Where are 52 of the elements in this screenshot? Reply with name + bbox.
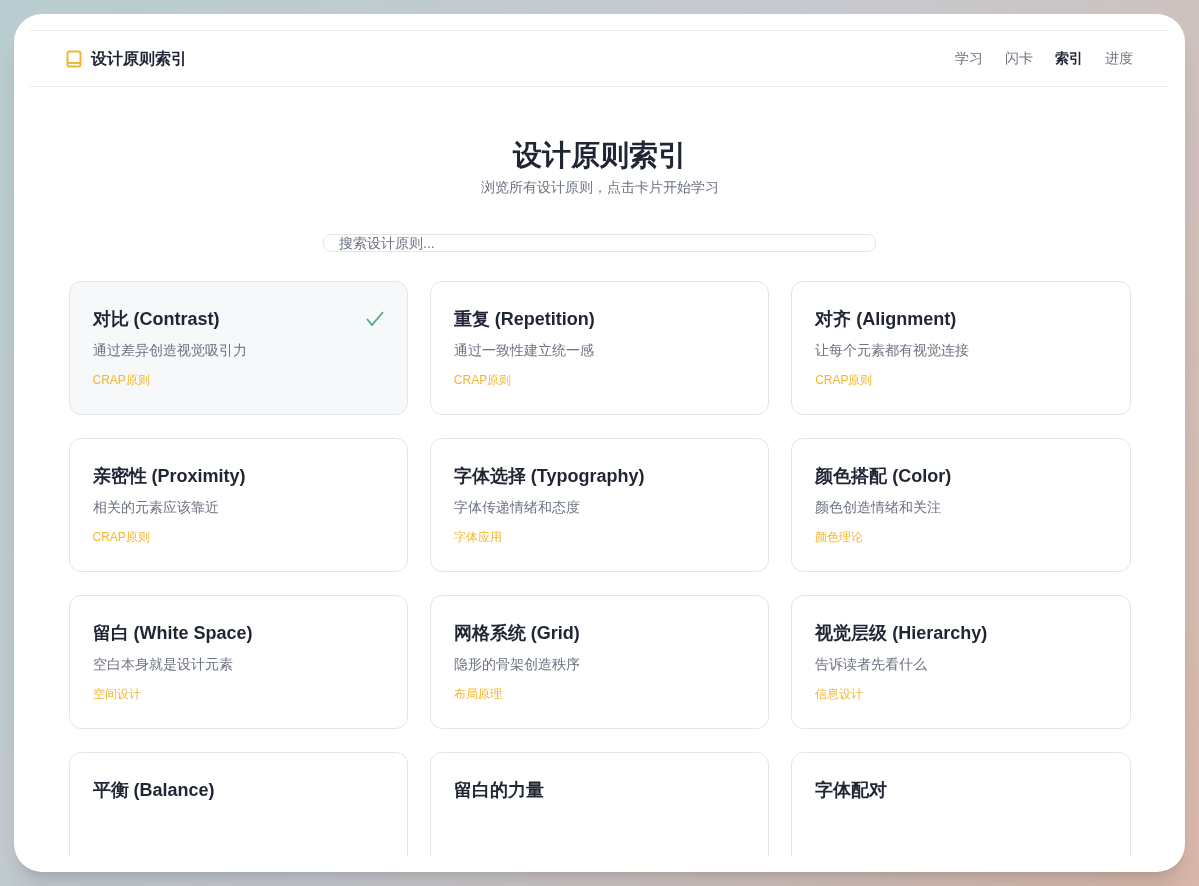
card-description: 告诉读者先看什么 [815, 655, 929, 674]
card-title: 视觉层级 (Hierarchy) [815, 622, 988, 645]
card-title: 亲密性 (Proximity) [92, 465, 246, 488]
check-icon [365, 311, 384, 327]
nav-link[interactable]: 进度 [1105, 48, 1133, 69]
nav-link[interactable]: 学习 [955, 48, 983, 69]
category-tag: CRAP原则 [92, 371, 384, 389]
principle-card[interactable]: 对比 (Contrast) 通过差异创造视觉吸引力 CRAP原则 [68, 281, 408, 415]
card-description: 颜色创造情绪和关注 [815, 498, 943, 517]
category-tag: CRAP原则 [815, 371, 1107, 389]
category-tag: 布局原理 [453, 685, 746, 703]
card-title: 留白 (White Space) [92, 622, 253, 645]
card-title: 对比 (Contrast) [92, 308, 220, 331]
category-tag: 颜色理论 [815, 528, 1107, 546]
category-tag: 信息设计 [815, 685, 1107, 703]
nav-link[interactable]: 索引 [1055, 48, 1083, 69]
principle-card[interactable]: 颜色搭配 (Color) 颜色创造情绪和关注 颜色理论 [791, 438, 1131, 572]
principle-card[interactable]: 字体选择 (Typography) 字体传递情绪和态度 字体应用 [429, 438, 770, 572]
category-tag: CRAP原则 [453, 371, 746, 389]
card-title: 对齐 (Alignment) [815, 308, 957, 331]
book-icon [66, 49, 82, 68]
category-tag: 字体应用 [453, 528, 746, 546]
principle-card[interactable]: 对齐 (Alignment) 让每个元素都有视觉连接 CRAP原则 [791, 281, 1131, 415]
page-subtitle: 浏览所有设计原则，点击卡片开始学习 [480, 178, 719, 197]
card-title: 留白的力量 [453, 779, 544, 802]
search-field[interactable]: 搜索设计原则... [323, 234, 876, 252]
card-description: 相关的元素应该靠近 [92, 498, 220, 517]
card-description: 让每个元素都有视觉连接 [815, 341, 971, 360]
category-tag: 空间设计 [92, 685, 384, 703]
nav-link[interactable]: 闪卡 [1005, 48, 1033, 69]
principle-card[interactable]: 留白的力量 [429, 752, 770, 856]
card-description: 空白本身就是设计元素 [92, 655, 234, 674]
principle-card[interactable]: 字体配对 [791, 752, 1131, 856]
principle-card[interactable]: 留白 (White Space) 空白本身就是设计元素 空间设计 [68, 595, 408, 729]
card-description: 字体传递情绪和态度 [453, 498, 581, 517]
principle-card[interactable]: 平衡 (Balance) [68, 752, 408, 856]
principle-card[interactable]: 重复 (Repetition) 通过一致性建立统一感 CRAP原则 [429, 281, 770, 415]
principle-card[interactable]: 网格系统 (Grid) 隐形的骨架创造秩序 布局原理 [429, 595, 770, 729]
page-heading: 设计原则索引 [512, 138, 687, 173]
card-title: 字体配对 [815, 779, 888, 802]
card-title: 平衡 (Balance) [92, 779, 215, 802]
card-title: 字体选择 (Typography) [453, 465, 645, 488]
card-description: 通过一致性建立统一感 [453, 341, 595, 360]
card-title: 网格系统 (Grid) [453, 622, 580, 645]
card-title: 颜色搭配 (Color) [815, 465, 952, 488]
card-description: 隐形的骨架创造秩序 [453, 655, 581, 674]
card-description: 通过差异创造视觉吸引力 [92, 341, 248, 360]
category-tag: CRAP原则 [92, 528, 384, 546]
principle-card[interactable]: 亲密性 (Proximity) 相关的元素应该靠近 CRAP原则 [68, 438, 408, 572]
card-title: 重复 (Repetition) [453, 308, 595, 331]
brand-title: 设计原则索引 [91, 48, 187, 69]
principle-card[interactable]: 视觉层级 (Hierarchy) 告诉读者先看什么 信息设计 [791, 595, 1131, 729]
